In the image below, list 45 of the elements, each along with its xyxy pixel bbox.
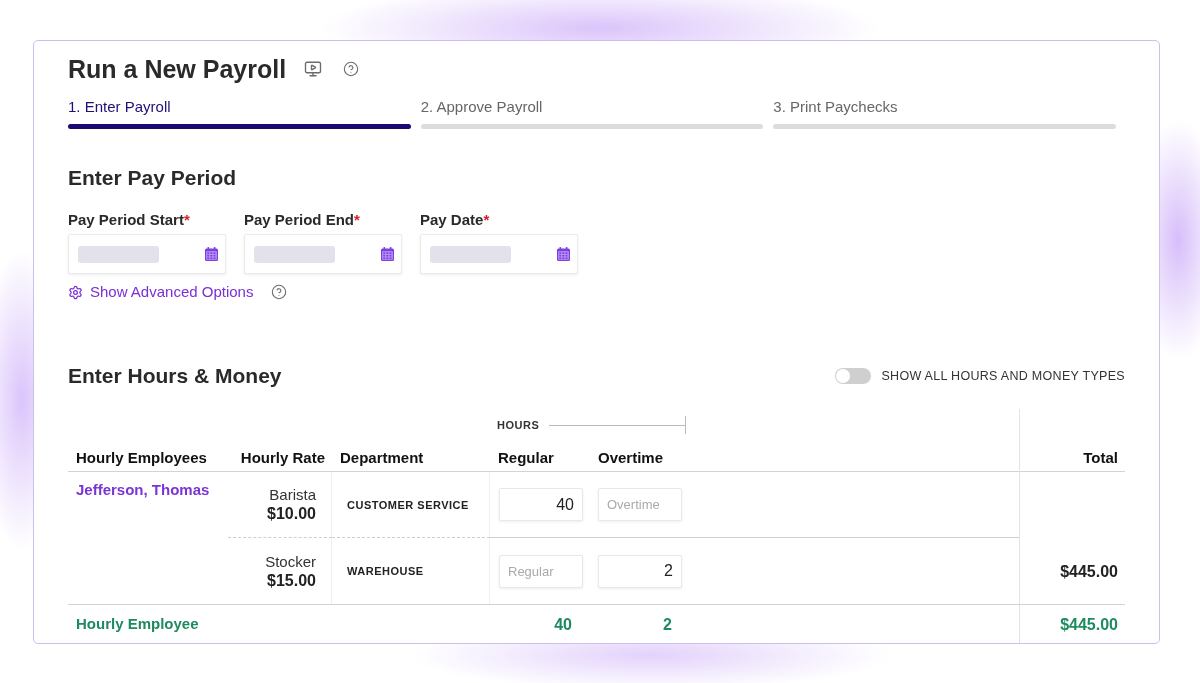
advanced-options-link[interactable]: Show Advanced Options xyxy=(68,283,254,301)
help-icon[interactable] xyxy=(271,284,288,300)
calendar-icon[interactable] xyxy=(381,247,394,261)
field-label: Pay Date* xyxy=(420,211,490,229)
calendar-icon[interactable] xyxy=(557,247,570,261)
job-title: Stocker xyxy=(265,552,316,571)
regular-hours-input[interactable]: Regular xyxy=(499,554,583,588)
regular-hours-input[interactable]: 40 xyxy=(499,488,583,521)
field-label: Pay Period Start* xyxy=(68,211,190,229)
field-label: Pay Period End* xyxy=(244,211,360,229)
regular-hours-sum: 40 xyxy=(554,614,572,634)
column-header: Overtime xyxy=(598,449,664,466)
department-name: WAREHOUSE xyxy=(347,565,424,577)
summary-label: Hourly Employee xyxy=(76,615,199,633)
overtime-hours-input[interactable]: 2 xyxy=(598,554,682,588)
date-field[interactable] xyxy=(420,234,578,274)
overtime-hours-sum: 2 xyxy=(663,614,672,634)
section-heading: Enter Pay Period xyxy=(68,165,237,191)
toggle-label: SHOW ALL HOURS AND MONEY TYPES xyxy=(881,369,1125,383)
column-header: Total xyxy=(1083,449,1118,467)
overtime-hours-input[interactable]: Overtime xyxy=(598,488,682,521)
hourly-rate: $10.00 xyxy=(267,504,316,523)
step-tab[interactable]: 2. Approve Payroll xyxy=(420,98,764,129)
column-header: Hourly Rate xyxy=(240,449,325,466)
step-tab[interactable]: 3. Print Paychecks xyxy=(773,98,1116,129)
department-name: CUSTOMER SERVICE xyxy=(347,498,469,511)
page-title: Run a New Payroll xyxy=(68,54,287,84)
help-icon[interactable] xyxy=(343,61,360,77)
column-header: Regular xyxy=(498,449,554,466)
group-heading: HOURS xyxy=(497,419,540,431)
step-tab[interactable]: 1. Enter Payroll xyxy=(68,98,411,129)
employee-name-link[interactable]: Jefferson, Thomas xyxy=(76,481,210,498)
grand-total: $445.00 xyxy=(1060,614,1118,634)
hourly-rate: $15.00 xyxy=(267,570,316,590)
calendar-icon[interactable] xyxy=(205,247,218,261)
settings-icon xyxy=(68,284,83,300)
date-field[interactable] xyxy=(244,234,402,274)
employee-total: $445.00 xyxy=(1060,562,1118,581)
date-field[interactable] xyxy=(68,234,226,274)
column-header: Department xyxy=(340,449,424,466)
toggle-switch[interactable] xyxy=(835,368,872,384)
section-heading: Enter Hours & Money xyxy=(68,363,282,389)
column-header: Hourly Employees xyxy=(76,449,207,466)
job-title: Barista xyxy=(269,486,316,504)
video-play-icon[interactable] xyxy=(304,60,323,78)
